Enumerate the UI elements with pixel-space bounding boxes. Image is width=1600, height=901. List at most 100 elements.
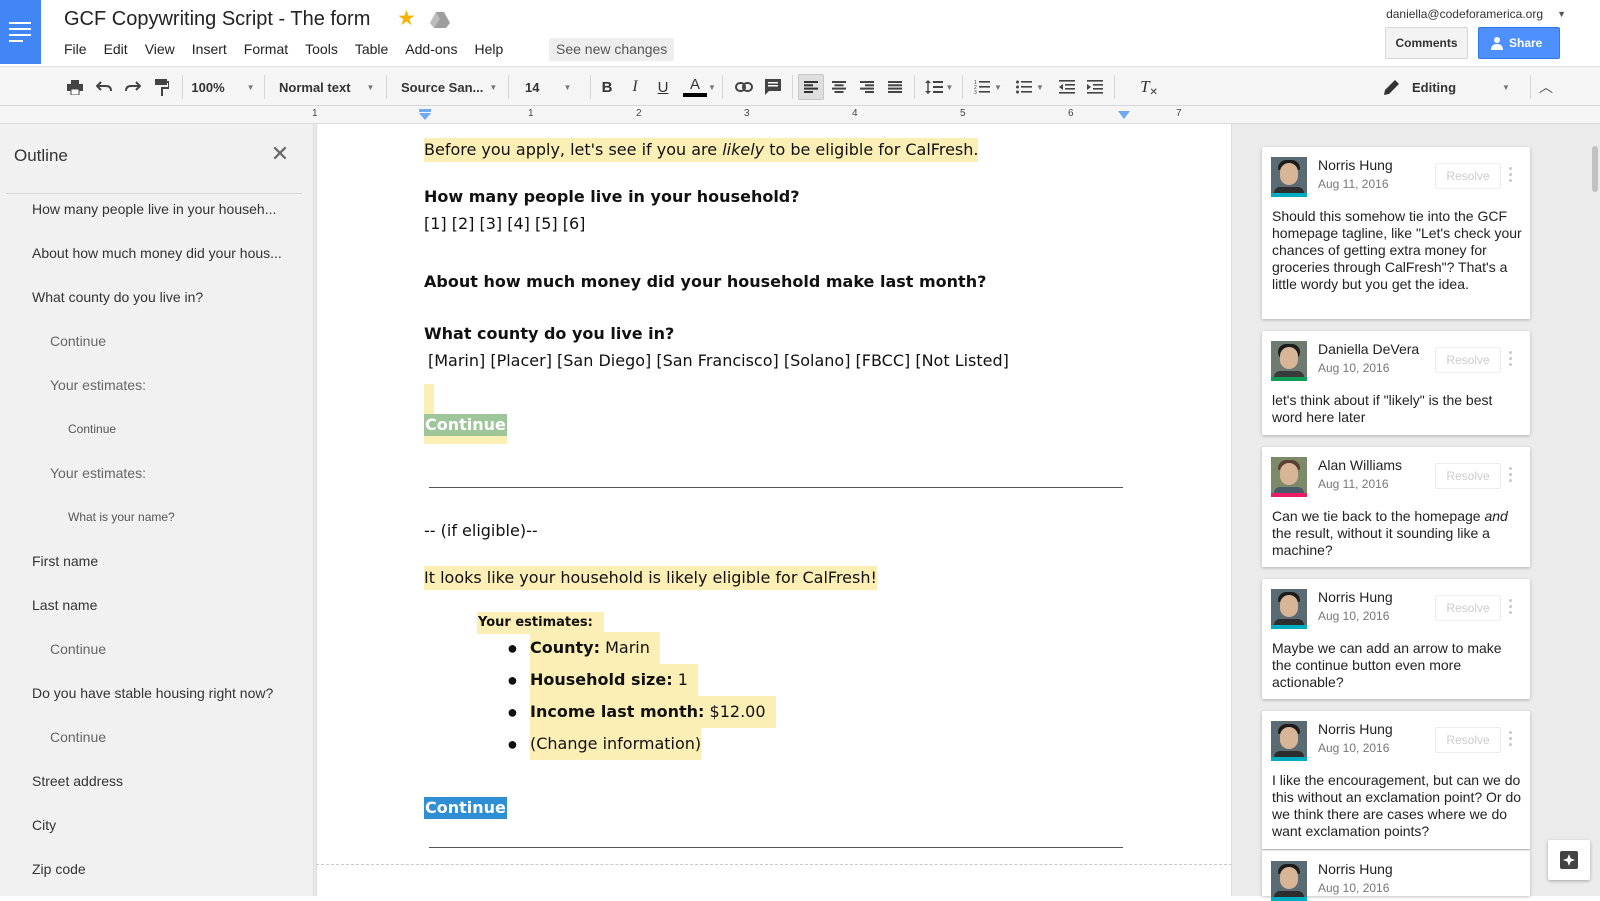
menu-table[interactable]: Table [355, 41, 388, 57]
outline-item[interactable]: Continue [68, 422, 116, 436]
outline-item[interactable]: Zip code [32, 861, 294, 877]
outline-item[interactable]: How many people live in your househ... [32, 201, 294, 217]
left-indent-marker-icon[interactable] [418, 109, 432, 121]
line-spacing-icon[interactable]: ▼ [922, 74, 956, 100]
right-indent-marker-icon[interactable] [1118, 111, 1130, 120]
intro-text: to be eligible for CalFresh. [764, 140, 979, 159]
underline-icon[interactable]: U [652, 74, 674, 100]
menu-view[interactable]: View [145, 41, 175, 57]
change-information-link[interactable]: (Change information) [530, 728, 702, 760]
if-eligible-note[interactable]: -- (if eligible)-- [424, 519, 538, 543]
question-county[interactable]: What county do you live in? [424, 322, 674, 346]
scrollbar-thumb[interactable] [1592, 146, 1598, 192]
outline-item[interactable]: First name [32, 553, 294, 569]
print-icon[interactable] [64, 74, 86, 100]
menu-edit[interactable]: Edit [104, 41, 128, 57]
more-options-icon[interactable] [1508, 465, 1514, 485]
editing-mode-select[interactable]: Editing ▼ [1384, 74, 1524, 100]
share-button[interactable]: Share [1478, 27, 1560, 59]
docs-logo-icon[interactable] [0, 0, 41, 64]
paragraph-style-select[interactable]: Normal text ▼ [272, 74, 378, 100]
menu-file[interactable]: File [64, 41, 87, 57]
ruler[interactable]: 1 1 2 3 4 5 6 7 [0, 106, 1600, 124]
outline-item[interactable]: Continue [50, 729, 106, 745]
increase-indent-icon[interactable] [1084, 74, 1106, 100]
collapse-icon[interactable]: ︿ [1536, 74, 1556, 100]
align-left-icon[interactable] [798, 74, 824, 100]
resolve-button[interactable]: Resolve [1435, 727, 1501, 753]
star-icon[interactable]: ★ [397, 7, 416, 31]
outline-item[interactable]: Do you have stable housing right now? [32, 685, 294, 701]
move-to-folder-icon[interactable] [430, 11, 450, 29]
text-color-icon[interactable]: A [680, 74, 710, 100]
comment-card[interactable]: Norris Hung Aug 10, 2016 Resolve I like … [1262, 711, 1530, 849]
outline-item[interactable]: Continue [50, 641, 106, 657]
chevron-down-icon[interactable]: ▼ [1557, 9, 1566, 19]
menu-insert[interactable]: Insert [192, 41, 227, 57]
outline-item[interactable]: City [32, 817, 294, 833]
paint-format-icon[interactable] [151, 74, 173, 100]
justify-icon[interactable] [884, 74, 906, 100]
menu-help[interactable]: Help [474, 41, 503, 57]
question-household[interactable]: How many people live in your household? [424, 185, 800, 209]
align-center-icon[interactable] [828, 74, 850, 100]
outline-item[interactable]: Last name [32, 597, 294, 613]
bulleted-list-icon[interactable]: ▼ [1012, 74, 1048, 100]
see-new-changes-button[interactable]: See new changes [549, 38, 675, 61]
estimate-item[interactable]: Income last month: $12.00 [530, 696, 776, 728]
clear-formatting-icon[interactable]: T ✕ [1138, 74, 1160, 100]
outline-item[interactable]: What county do you live in? [32, 289, 294, 305]
resolve-button[interactable]: Resolve [1435, 595, 1501, 621]
resolve-button[interactable]: Resolve [1435, 163, 1501, 189]
household-options[interactable]: [1] [2] [3] [4] [5] [6] [424, 212, 585, 236]
county-options[interactable]: [Marin] [Placer] [San Diego] [San Franci… [428, 349, 1009, 373]
font-size-select[interactable]: 14 ▼ [516, 74, 582, 100]
next-document-page[interactable] [316, 864, 1232, 896]
comment-card[interactable]: Norris Hung Aug 10, 2016 [1262, 850, 1530, 901]
font-select[interactable]: Source San... ▼ [394, 74, 498, 100]
numbered-list-icon[interactable]: 123 ▼ [970, 74, 1006, 100]
comments-button[interactable]: Comments [1385, 27, 1468, 59]
outline-item[interactable]: Street address [32, 773, 294, 789]
more-options-icon[interactable] [1508, 349, 1514, 369]
redo-icon[interactable] [122, 74, 144, 100]
estimates-heading[interactable]: Your estimates: [477, 612, 604, 634]
zoom-select[interactable]: 100% ▼ [190, 74, 256, 100]
outline-item[interactable]: What is your name? [68, 510, 175, 524]
outline-item[interactable]: Your estimates: [50, 465, 146, 481]
bold-icon[interactable]: B [596, 74, 618, 100]
outline-item[interactable]: Your estimates: [50, 377, 146, 393]
comment-card[interactable]: Daniella DeVera Aug 10, 2016 Resolve let… [1262, 331, 1530, 435]
more-options-icon[interactable] [1508, 165, 1514, 185]
explore-button[interactable] [1548, 840, 1590, 880]
menu-format[interactable]: Format [244, 41, 288, 57]
comment-card[interactable]: Norris Hung Aug 10, 2016 Resolve Maybe w… [1262, 579, 1530, 699]
estimate-item[interactable]: Household size: 1 [530, 664, 698, 696]
question-income[interactable]: About how much money did your household … [424, 270, 986, 294]
chevron-down-icon[interactable]: ▼ [708, 74, 716, 100]
estimate-item[interactable]: County: Marin [530, 632, 660, 664]
italic-icon[interactable]: I [624, 74, 646, 100]
comment-card[interactable]: Alan Williams Aug 11, 2016 Resolve Can w… [1262, 447, 1530, 567]
resolve-button[interactable]: Resolve [1435, 463, 1501, 489]
align-right-icon[interactable] [856, 74, 878, 100]
comment-card[interactable]: Norris Hung Aug 11, 2016 Resolve Should … [1262, 147, 1530, 319]
undo-icon[interactable] [93, 74, 115, 100]
account-email[interactable]: daniella@codeforamerica.org [1386, 7, 1543, 21]
more-options-icon[interactable] [1508, 597, 1514, 617]
close-icon[interactable]: ✕ [270, 143, 290, 165]
intro-paragraph[interactable]: Before you apply, let's see if you are l… [424, 138, 979, 162]
link-icon[interactable] [733, 74, 755, 100]
menu-tools[interactable]: Tools [305, 41, 338, 57]
document-title[interactable]: GCF Copywriting Script - The form [64, 8, 370, 31]
more-options-icon[interactable] [1508, 729, 1514, 749]
decrease-indent-icon[interactable] [1056, 74, 1078, 100]
eligible-message[interactable]: It looks like your household is likely e… [424, 566, 877, 590]
outline-item[interactable]: Continue [50, 333, 106, 349]
menu-add-ons[interactable]: Add-ons [405, 41, 457, 57]
resolve-button[interactable]: Resolve [1435, 347, 1501, 373]
comment-icon[interactable] [762, 74, 784, 100]
continue-button-mock-selected[interactable]: Continue [424, 797, 507, 819]
outline-item[interactable]: About how much money did your hous... [32, 245, 294, 261]
continue-button-mock[interactable]: Continue [424, 414, 507, 444]
